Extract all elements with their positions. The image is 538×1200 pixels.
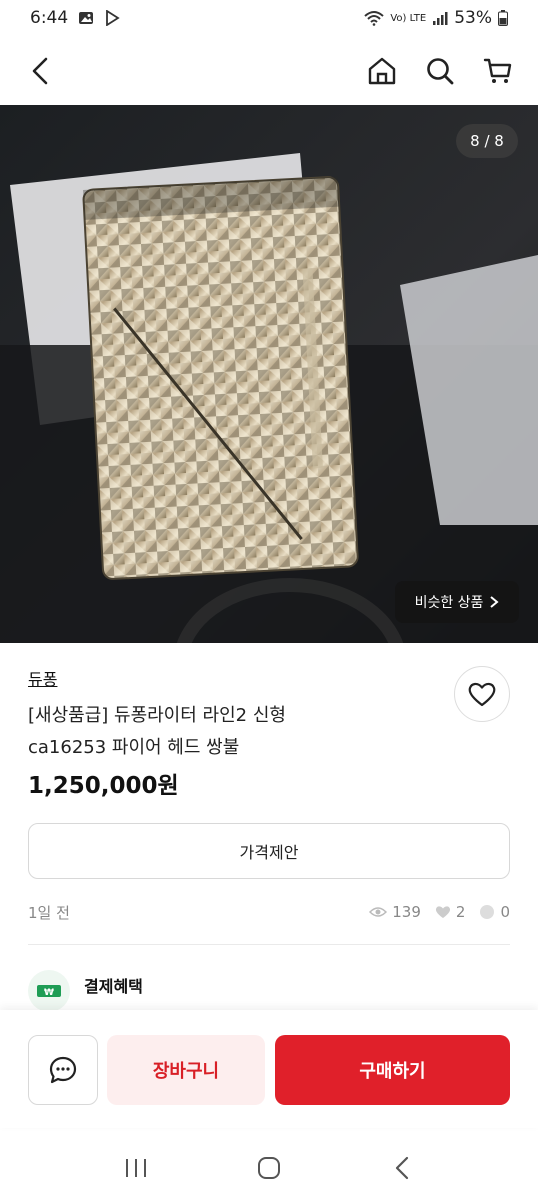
volte-label: Vo) LTE [390, 12, 427, 24]
home-system-button[interactable] [251, 1150, 287, 1186]
recent-apps-icon [126, 1158, 147, 1177]
payment-benefit-label: 결제혜택 [84, 977, 143, 996]
divider [28, 944, 510, 945]
cart-button[interactable] [480, 53, 516, 89]
bottom-action-bar: 장바구니 구매하기 [0, 1010, 538, 1128]
likes-stat: 2 [435, 903, 466, 921]
heart-icon [468, 682, 496, 707]
system-back-icon [395, 1156, 408, 1179]
battery-icon [498, 10, 508, 26]
chats-stat: 0 [479, 903, 510, 921]
product-photo [0, 105, 538, 643]
home-icon [368, 57, 396, 85]
eye-icon [369, 907, 388, 917]
similar-products-button[interactable]: 비슷한 상품 [395, 581, 519, 623]
payment-benefit-row[interactable]: ₩ 결제혜택 [28, 970, 143, 1012]
product-title: [새상품급] 듀퐁라이터 라인2 신형 ca16253 파이어 헤드 쌍불 [28, 700, 438, 764]
chats-count: 0 [500, 903, 510, 921]
search-icon [427, 58, 454, 85]
status-bar: 6:44 Vo) LTE 53% [0, 0, 538, 36]
like-button[interactable] [454, 666, 510, 722]
play-store-notification-icon [104, 10, 120, 26]
chevron-right-icon [490, 596, 499, 608]
buy-button[interactable]: 구매하기 [275, 1035, 510, 1105]
top-nav [0, 40, 538, 102]
views-stat: 139 [369, 903, 421, 921]
payment-benefit-icon: ₩ [28, 970, 70, 1012]
home-button[interactable] [364, 53, 400, 89]
chat-bubble-icon [49, 1056, 77, 1084]
system-nav-bar [0, 1135, 538, 1200]
system-back-button[interactable] [384, 1150, 420, 1186]
brand-link[interactable]: 듀퐁 [28, 666, 57, 690]
recent-apps-button[interactable] [118, 1150, 154, 1186]
posted-time: 1일 전 [28, 903, 70, 922]
cart-icon [483, 58, 512, 83]
add-to-cart-button[interactable]: 장바구니 [107, 1035, 265, 1105]
status-time: 6:44 [30, 8, 69, 28]
battery-percent: 53% [454, 8, 492, 28]
gallery-notification-icon [78, 10, 94, 26]
image-counter: 8 / 8 [456, 124, 518, 158]
chat-button[interactable] [28, 1035, 98, 1105]
benefit-icon-text: ₩ [44, 988, 54, 998]
product-title-line1: [새상품급] 듀퐁라이터 라인2 신형 [28, 705, 286, 726]
product-title-line2: ca16253 파이어 헤드 쌍불 [28, 737, 240, 758]
similar-products-label: 비슷한 상품 [414, 595, 484, 611]
stats: 139 2 0 [361, 903, 510, 921]
signal-icon [432, 11, 448, 25]
back-icon [32, 57, 48, 85]
price-offer-button[interactable]: 가격제안 [28, 823, 510, 879]
likes-count: 2 [455, 903, 466, 921]
back-button[interactable] [22, 53, 58, 89]
heart-small-icon [435, 906, 450, 918]
home-circle-icon [257, 1156, 280, 1179]
product-image-gallery[interactable] [0, 105, 538, 643]
views-count: 139 [392, 903, 421, 921]
product-price: 1,250,000원 [28, 773, 179, 799]
chat-small-icon [480, 905, 495, 919]
search-button[interactable] [422, 53, 458, 89]
meta-row: 1일 전 139 2 0 [28, 900, 510, 924]
wifi-icon [364, 10, 384, 26]
